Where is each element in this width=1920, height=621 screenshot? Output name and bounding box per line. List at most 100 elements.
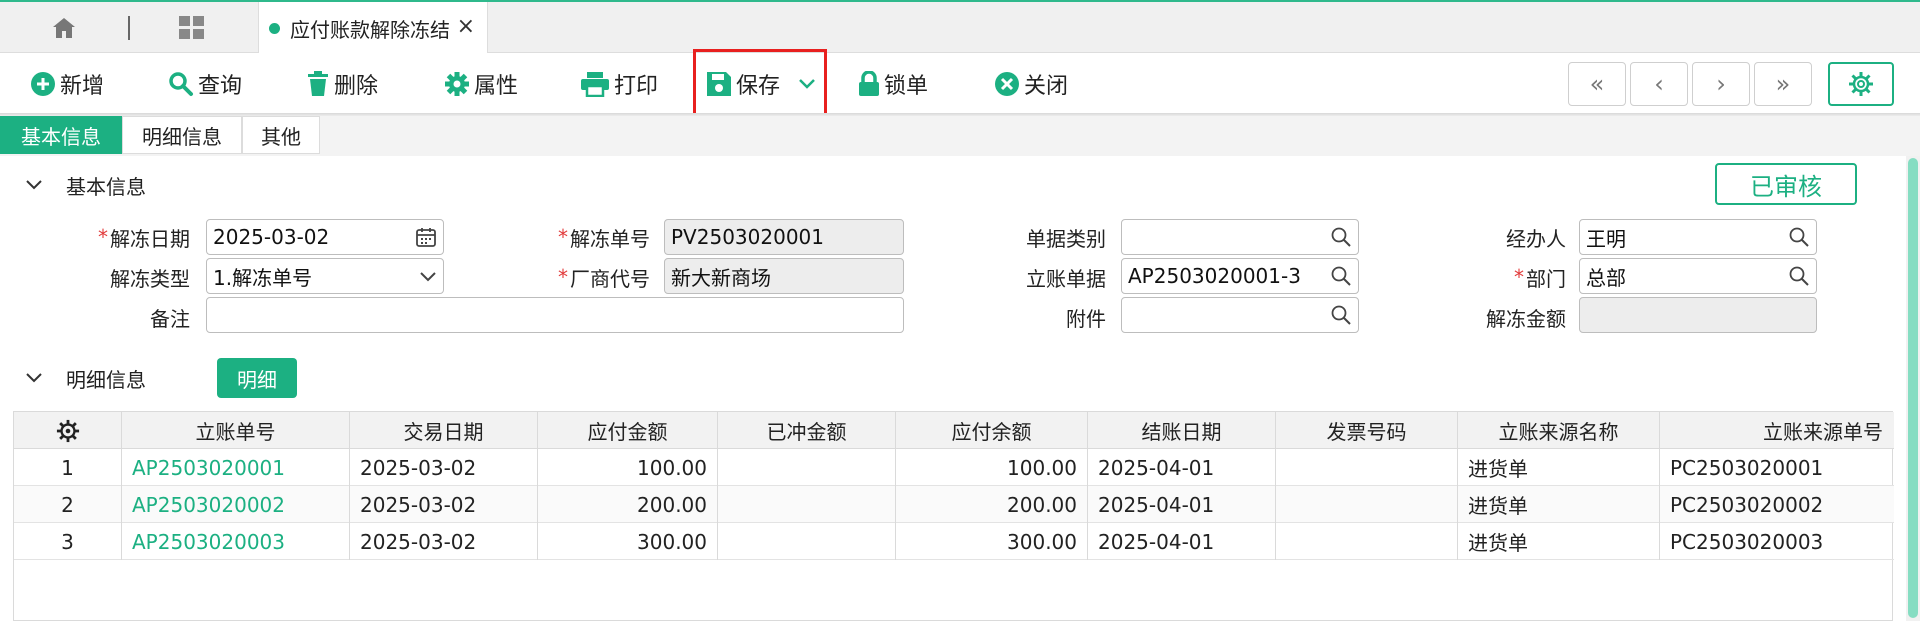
chevron-down-icon [420, 272, 436, 282]
delete-button[interactable]: 删除 [306, 65, 378, 103]
query-button[interactable]: 查询 [168, 65, 242, 103]
query-label: 查询 [198, 74, 243, 99]
col-payable[interactable]: 应付金额 [538, 412, 718, 449]
table-row[interactable]: 2 AP2503020002 2025-03-02 200.00 200.00 … [14, 486, 1894, 523]
chevron-down-icon [26, 180, 42, 190]
basic-info-title: 基本信息 [66, 174, 146, 199]
src-no-cell: PC2503020001 [1670, 455, 1824, 480]
detail-info-header[interactable]: 明细信息 [26, 363, 146, 393]
save-highlight-box [693, 49, 827, 117]
attachment-label: 附件 [1066, 306, 1106, 331]
col-src-no[interactable]: 立账来源单号 [1660, 412, 1893, 449]
gear-icon [1849, 72, 1873, 96]
vendor-code-label: * 厂商代号 [558, 265, 650, 291]
status-badge: 已审核 [1715, 163, 1857, 205]
magnifier-icon[interactable] [1330, 304, 1352, 326]
detail-table: 立账单号 交易日期 应付金额 已冲金额 应付余额 结账日期 发票号码 立账来源名… [13, 411, 1894, 621]
first-record-button[interactable]: « [1568, 62, 1626, 106]
calendar-icon[interactable] [415, 226, 437, 248]
department-field[interactable]: 总部 [1579, 258, 1817, 294]
unfreeze-type-label: 解冻类型 [110, 266, 190, 291]
table-row[interactable]: 1 AP2503020001 2025-03-02 100.00 100.00 … [14, 449, 1894, 486]
properties-button[interactable]: 属性 [444, 65, 518, 103]
column-settings[interactable] [14, 412, 122, 449]
tab-divider [128, 16, 130, 40]
basic-info-header[interactable]: 基本信息 [26, 170, 146, 200]
col-balance[interactable]: 应付余额 [896, 412, 1088, 449]
ledger-doc-field[interactable]: AP2503020001-3 [1121, 258, 1359, 294]
balance-cell: 200.00 [896, 486, 1088, 523]
magnifier-icon[interactable] [1788, 265, 1810, 287]
detail-button[interactable]: 明细 [217, 358, 297, 398]
tab-basic-info[interactable]: 基本信息 [0, 116, 122, 154]
add-button[interactable]: 新增 [30, 65, 104, 103]
doc-category-label: 单据类别 [1026, 226, 1106, 251]
vendor-code-field: 新大新商场 [664, 258, 904, 294]
last-record-button[interactable]: » [1754, 62, 1812, 106]
handler-label: 经办人 [1506, 226, 1566, 251]
gear-icon [445, 72, 469, 96]
table-row[interactable]: 3 AP2503020003 2025-03-02 300.00 300.00 … [14, 523, 1894, 560]
offset-cell [718, 449, 896, 486]
lock-label: 锁单 [884, 74, 929, 99]
src-no-cell: PC2503020003 [1670, 529, 1824, 554]
top-tab-bar: 应付账款解除冻结 × [0, 0, 1920, 54]
unfreeze-type-select[interactable]: 1.解冻单号 [206, 258, 444, 294]
chevron-down-icon [26, 373, 42, 383]
settings-button[interactable] [1828, 62, 1894, 106]
tab-other[interactable]: 其他 [242, 116, 320, 154]
col-trade-date[interactable]: 交易日期 [350, 412, 538, 449]
magnifier-icon[interactable] [1788, 226, 1810, 248]
invoice-cell [1276, 486, 1458, 523]
unfreeze-date-label: * 解冻日期 [98, 225, 190, 251]
active-dot-icon [269, 22, 280, 34]
lock-button[interactable]: 锁单 [858, 65, 928, 103]
offset-cell [718, 523, 896, 560]
unfreeze-date-field[interactable]: 2025-03-02 [206, 219, 444, 255]
magnifier-icon[interactable] [1330, 265, 1352, 287]
magnifier-icon[interactable] [1330, 226, 1352, 248]
trade-date-cell: 2025-03-02 [350, 486, 538, 523]
grid-icon[interactable] [176, 12, 208, 44]
doc-category-field[interactable] [1121, 219, 1359, 255]
unfreeze-amount-label: 解冻金额 [1486, 306, 1566, 331]
trade-date-cell: 2025-03-02 [350, 449, 538, 486]
ledger-no-link[interactable]: AP2503020001 [122, 449, 350, 486]
attachment-field[interactable] [1121, 297, 1359, 333]
gear-icon [56, 419, 79, 442]
prev-record-button[interactable]: ‹ [1630, 62, 1688, 106]
home-icon[interactable] [48, 12, 80, 44]
unfreeze-no-field: PV2503020001 [664, 219, 904, 255]
tab-detail-info[interactable]: 明细信息 [122, 116, 242, 154]
offset-cell [718, 486, 896, 523]
payable-cell: 200.00 [538, 486, 718, 523]
handler-field[interactable]: 王明 [1579, 219, 1817, 255]
ledger-no-link[interactable]: AP2503020002 [122, 486, 350, 523]
close-date-cell: 2025-04-01 [1088, 523, 1276, 560]
col-offset[interactable]: 已冲金额 [718, 412, 896, 449]
scrollbar-thumb[interactable] [1908, 158, 1918, 618]
col-src-name[interactable]: 立账来源名称 [1458, 412, 1660, 449]
properties-label: 属性 [474, 74, 519, 99]
col-close-date[interactable]: 结账日期 [1088, 412, 1276, 449]
ledger-doc-label: 立账单据 [1026, 266, 1106, 291]
trash-icon [308, 71, 328, 96]
src-name-cell: 进货单 [1458, 449, 1660, 486]
close-button[interactable]: 关闭 [994, 65, 1068, 103]
tab-ap-unfreeze[interactable]: 应付账款解除冻结 × [258, 2, 488, 54]
unfreeze-no-label: * 解冻单号 [558, 225, 650, 251]
search-icon [169, 72, 193, 96]
close-date-cell: 2025-04-01 [1088, 486, 1276, 523]
row-index: 3 [14, 523, 122, 560]
next-record-button[interactable]: › [1692, 62, 1750, 106]
vertical-scrollbar[interactable] [1906, 156, 1920, 621]
balance-cell: 100.00 [896, 449, 1088, 486]
col-ledger-no[interactable]: 立账单号 [122, 412, 350, 449]
print-label: 打印 [614, 74, 659, 99]
close-tab-icon[interactable]: × [457, 14, 475, 39]
remark-field[interactable] [206, 297, 904, 333]
payable-cell: 300.00 [538, 523, 718, 560]
print-button[interactable]: 打印 [580, 65, 658, 103]
ledger-no-link[interactable]: AP2503020003 [122, 523, 350, 560]
col-invoice[interactable]: 发票号码 [1276, 412, 1458, 449]
